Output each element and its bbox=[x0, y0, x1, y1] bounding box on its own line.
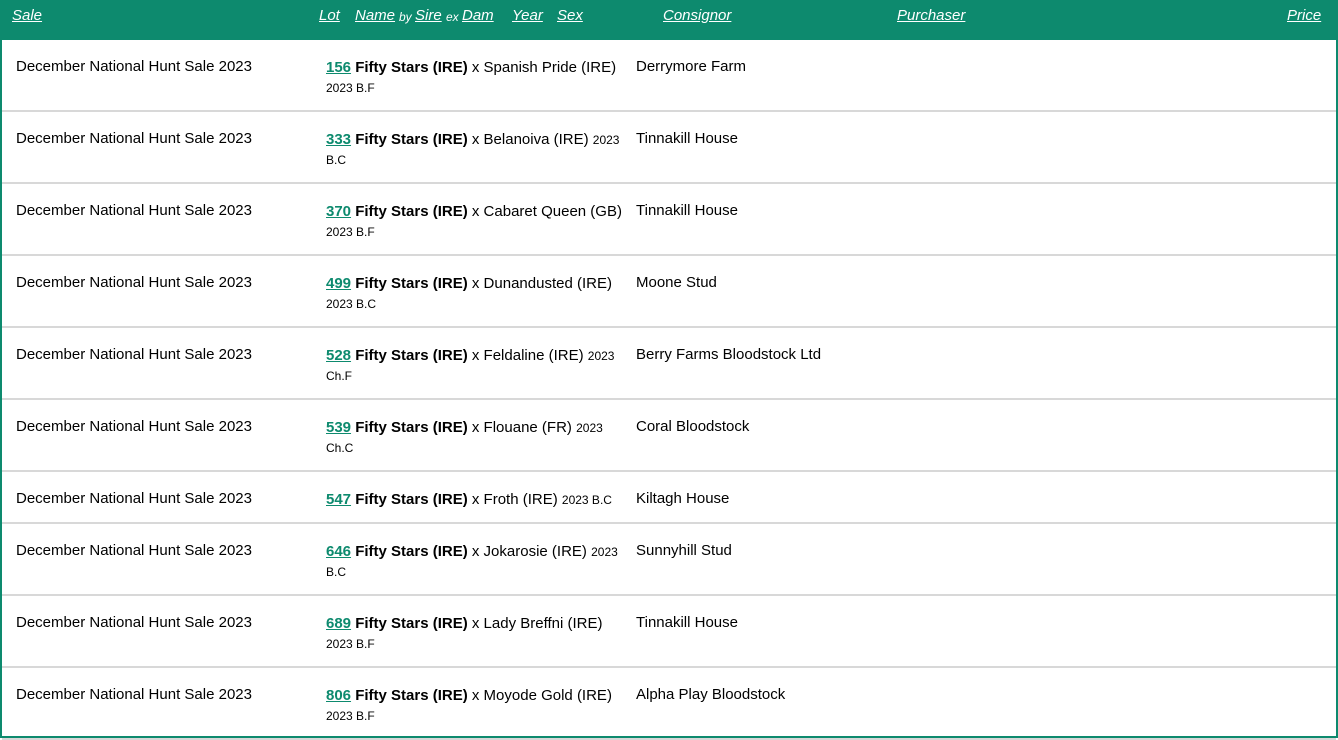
sort-by-sex-link[interactable]: Sex bbox=[557, 7, 583, 24]
consignor-name: Kiltagh House bbox=[636, 490, 730, 507]
lot-number-link[interactable]: 528 bbox=[326, 347, 351, 364]
table-row: December National Hunt Sale 2023 333 Fif… bbox=[2, 112, 1336, 184]
horse-name-cell: 156 Fifty Stars (IRE) x Spanish Pride (I… bbox=[326, 58, 626, 98]
dam-name: x Froth (IRE) bbox=[467, 491, 558, 508]
lot-number-link[interactable]: 499 bbox=[326, 275, 351, 292]
consignor-name: Moone Stud bbox=[636, 274, 717, 291]
horse-name-cell: 806 Fifty Stars (IRE) x Moyode Gold (IRE… bbox=[326, 686, 626, 726]
sale-name: December National Hunt Sale 2023 bbox=[16, 490, 252, 507]
table-row: December National Hunt Sale 2023 646 Fif… bbox=[2, 524, 1336, 596]
lot-number-link[interactable]: 539 bbox=[326, 419, 351, 436]
year-sex-label: 2023 B.F bbox=[326, 709, 375, 723]
table-row: December National Hunt Sale 2023 806 Fif… bbox=[2, 668, 1336, 740]
sort-by-purchaser-link[interactable]: Purchaser bbox=[897, 7, 965, 24]
sort-by-sale-link[interactable]: Sale bbox=[12, 7, 42, 24]
sort-by-dam-link[interactable]: Dam bbox=[462, 7, 494, 24]
dam-name: x Lady Breffni (IRE) bbox=[467, 615, 603, 632]
sire-name: Fifty Stars (IRE) bbox=[355, 131, 468, 148]
sire-name: Fifty Stars (IRE) bbox=[355, 59, 468, 76]
sort-by-sire-link[interactable]: Sire bbox=[415, 7, 442, 24]
sire-name: Fifty Stars (IRE) bbox=[355, 347, 468, 364]
dam-name: x Spanish Pride (IRE) bbox=[467, 59, 617, 76]
sire-name: Fifty Stars (IRE) bbox=[355, 543, 468, 560]
horse-name-cell: 333 Fifty Stars (IRE) x Belanoiva (IRE) … bbox=[326, 130, 626, 170]
consignor-name: Tinnakill House bbox=[636, 202, 738, 219]
lot-number-link[interactable]: 333 bbox=[326, 131, 351, 148]
lot-number-link[interactable]: 806 bbox=[326, 687, 351, 704]
horse-name-cell: 547 Fifty Stars (IRE) x Froth (IRE) 2023… bbox=[326, 490, 626, 510]
sale-name: December National Hunt Sale 2023 bbox=[16, 614, 252, 631]
sort-by-name-link[interactable]: Name bbox=[355, 7, 395, 24]
sale-name: December National Hunt Sale 2023 bbox=[16, 58, 252, 75]
horse-name-cell: 539 Fifty Stars (IRE) x Flouane (FR) 202… bbox=[326, 418, 626, 458]
table-body: December National Hunt Sale 2023 156 Fif… bbox=[2, 40, 1336, 740]
horse-name-cell: 646 Fifty Stars (IRE) x Jokarosie (IRE) … bbox=[326, 542, 626, 582]
consignor-name: Derrymore Farm bbox=[636, 58, 747, 75]
table-row: December National Hunt Sale 2023 499 Fif… bbox=[2, 256, 1336, 328]
sire-name: Fifty Stars (IRE) bbox=[355, 615, 468, 632]
sire-name: Fifty Stars (IRE) bbox=[355, 491, 468, 508]
lot-number-link[interactable]: 370 bbox=[326, 203, 351, 220]
horse-name-cell: 499 Fifty Stars (IRE) x Dunandusted (IRE… bbox=[326, 274, 626, 314]
ex-label: ex bbox=[446, 10, 459, 24]
dam-name: x Feldaline (IRE) bbox=[467, 347, 584, 364]
consignor-name: Coral Bloodstock bbox=[636, 418, 750, 435]
by-label: by bbox=[399, 10, 412, 24]
consignor-name: Berry Farms Bloodstock Ltd bbox=[636, 346, 822, 363]
year-sex-label: 2023 B.C bbox=[561, 493, 612, 507]
horse-name-cell: 689 Fifty Stars (IRE) x Lady Breffni (IR… bbox=[326, 614, 626, 654]
dam-name: x Belanoiva (IRE) bbox=[467, 131, 589, 148]
consignor-name: Sunnyhill Stud bbox=[636, 542, 732, 559]
lot-number-link[interactable]: 646 bbox=[326, 543, 351, 560]
sire-name: Fifty Stars (IRE) bbox=[355, 203, 468, 220]
sort-by-consignor-link[interactable]: Consignor bbox=[663, 7, 731, 24]
lot-number-link[interactable]: 156 bbox=[326, 59, 351, 76]
sort-by-lot-link[interactable]: Lot bbox=[319, 7, 340, 24]
table-row: December National Hunt Sale 2023 370 Fif… bbox=[2, 184, 1336, 256]
sale-name: December National Hunt Sale 2023 bbox=[16, 542, 252, 559]
sale-name: December National Hunt Sale 2023 bbox=[16, 130, 252, 147]
year-sex-label: 2023 B.F bbox=[326, 637, 375, 651]
dam-name: x Moyode Gold (IRE) bbox=[467, 687, 612, 704]
lot-number-link[interactable]: 547 bbox=[326, 491, 351, 508]
sire-name: Fifty Stars (IRE) bbox=[355, 275, 468, 292]
consignor-name: Tinnakill House bbox=[636, 130, 738, 147]
lot-number-link[interactable]: 689 bbox=[326, 615, 351, 632]
sale-name: December National Hunt Sale 2023 bbox=[16, 418, 252, 435]
sale-name: December National Hunt Sale 2023 bbox=[16, 686, 252, 703]
dam-name: x Flouane (FR) bbox=[467, 419, 572, 436]
horse-name-cell: 370 Fifty Stars (IRE) x Cabaret Queen (G… bbox=[326, 202, 626, 242]
consignor-name: Tinnakill House bbox=[636, 614, 738, 631]
year-sex-label: 2023 B.C bbox=[326, 297, 377, 311]
table-row: December National Hunt Sale 2023 156 Fif… bbox=[2, 40, 1336, 112]
sale-name: December National Hunt Sale 2023 bbox=[16, 346, 252, 363]
sale-name: December National Hunt Sale 2023 bbox=[16, 202, 252, 219]
year-sex-label: 2023 B.F bbox=[326, 225, 375, 239]
table-row: December National Hunt Sale 2023 539 Fif… bbox=[2, 400, 1336, 472]
sort-by-price-link[interactable]: Price bbox=[1287, 7, 1321, 24]
table-row: December National Hunt Sale 2023 528 Fif… bbox=[2, 328, 1336, 400]
table-row: December National Hunt Sale 2023 547 Fif… bbox=[2, 472, 1336, 524]
sale-name: December National Hunt Sale 2023 bbox=[16, 274, 252, 291]
sire-name: Fifty Stars (IRE) bbox=[355, 687, 468, 704]
sales-results-table: Sale Lot Name by Sire ex Dam Year Sex Co… bbox=[0, 0, 1338, 740]
horse-name-cell: 528 Fifty Stars (IRE) x Feldaline (IRE) … bbox=[326, 346, 626, 386]
sire-name: Fifty Stars (IRE) bbox=[355, 419, 468, 436]
dam-name: x Dunandusted (IRE) bbox=[467, 275, 612, 292]
dam-name: x Jokarosie (IRE) bbox=[467, 543, 587, 560]
consignor-name: Alpha Play Bloodstock bbox=[636, 686, 786, 703]
sort-by-year-link[interactable]: Year bbox=[512, 7, 543, 24]
year-sex-label: 2023 B.F bbox=[326, 81, 375, 95]
table-header: Sale Lot Name by Sire ex Dam Year Sex Co… bbox=[0, 0, 1338, 40]
dam-name: x Cabaret Queen (GB) bbox=[467, 203, 622, 220]
table-row: December National Hunt Sale 2023 689 Fif… bbox=[2, 596, 1336, 668]
